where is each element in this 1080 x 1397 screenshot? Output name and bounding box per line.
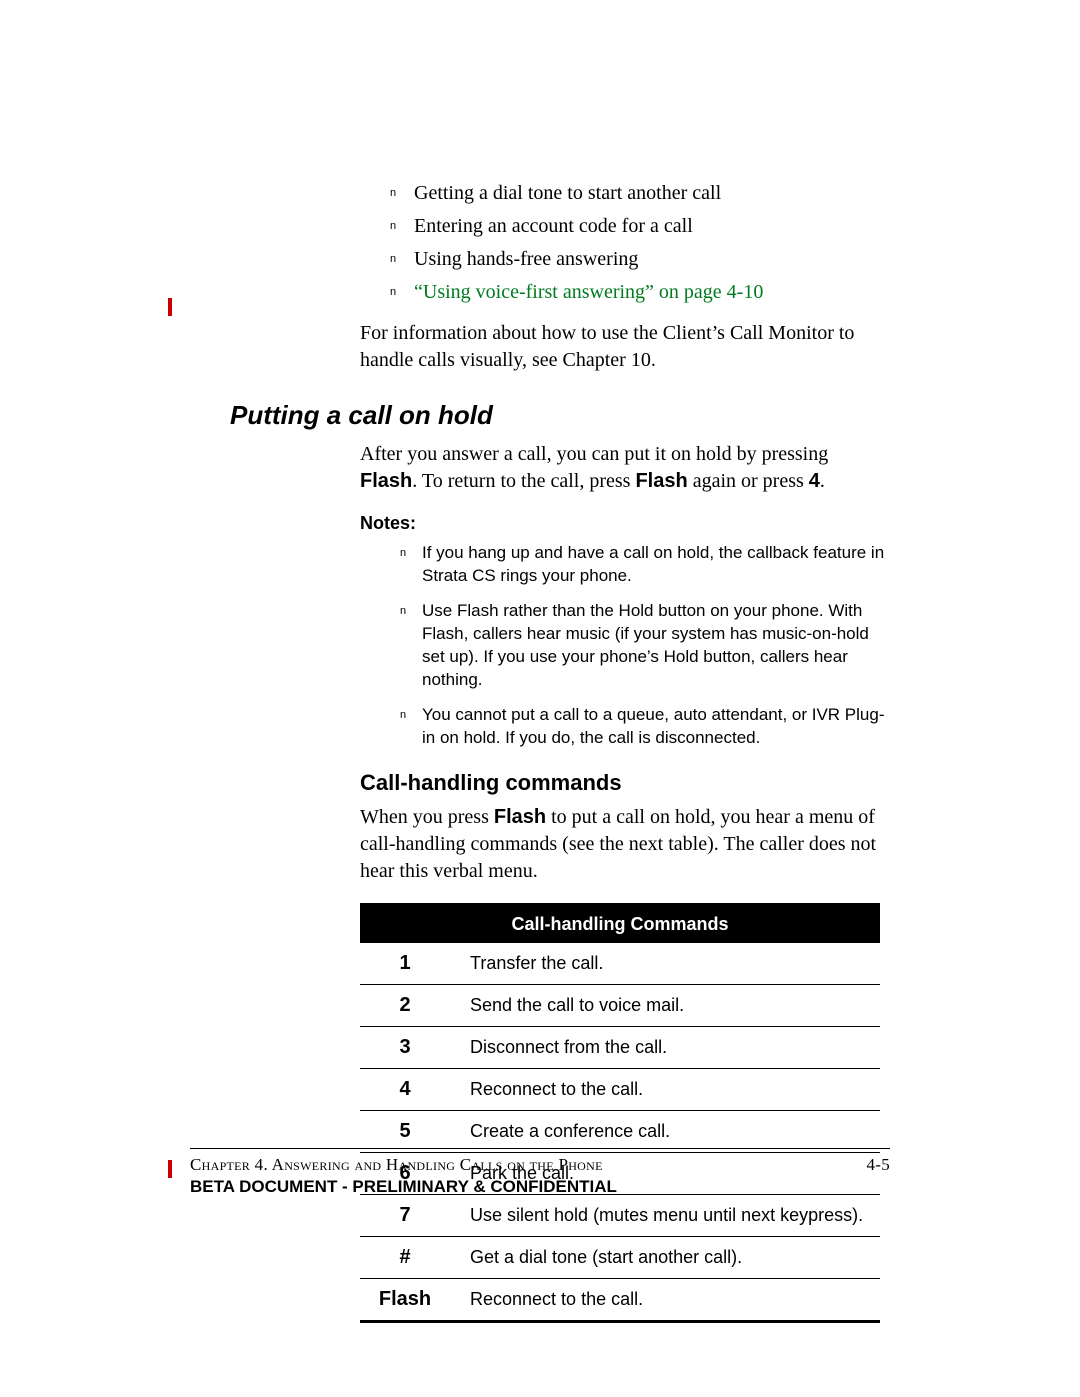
hold-paragraph: After you answer a call, you can put it … <box>190 441 890 495</box>
text-run: . <box>820 470 825 492</box>
list-item-text: Entering an account code for a call <box>414 213 693 240</box>
list-item: n If you hang up and have a call on hold… <box>400 542 890 588</box>
section-heading: Putting a call on hold <box>190 400 890 431</box>
command-key: Flash <box>360 1278 450 1321</box>
table-row: 3Disconnect from the call. <box>360 1026 880 1068</box>
bullet-icon: n <box>390 213 400 240</box>
call-handling-commands-table: Call-handling Commands 1Transfer the cal… <box>360 903 880 1323</box>
list-item: n Using hands-free answering <box>390 246 890 273</box>
command-key: 5 <box>360 1110 450 1152</box>
intro-bullet-list: n Getting a dial tone to start another c… <box>190 180 890 306</box>
notes-label: Notes: <box>190 513 890 534</box>
note-text: Use Flash rather than the Hold button on… <box>422 600 890 692</box>
command-desc: Reconnect to the call. <box>450 1278 880 1321</box>
bullet-icon: n <box>390 180 400 207</box>
command-key: 4 <box>360 1068 450 1110</box>
commands-paragraph: When you press Flash to put a call on ho… <box>190 804 890 885</box>
table-header: Call-handling Commands <box>360 904 880 943</box>
list-item: n Getting a dial tone to start another c… <box>390 180 890 207</box>
table-row: 1Transfer the call. <box>360 943 880 985</box>
text-run: After you answer a call, you can put it … <box>360 443 828 465</box>
change-bar <box>168 1160 172 1178</box>
text-run: When you press <box>360 806 494 828</box>
note-text: You cannot put a call to a queue, auto a… <box>422 704 890 750</box>
command-key: 2 <box>360 984 450 1026</box>
table-row: FlashReconnect to the call. <box>360 1278 880 1321</box>
bold-run: Flash <box>360 470 412 492</box>
subsection-heading: Call-handling commands <box>190 770 890 796</box>
list-item-text: Getting a dial tone to start another cal… <box>414 180 721 207</box>
bullet-icon: n <box>400 542 410 588</box>
command-desc: Use silent hold (mutes menu until next k… <box>450 1194 880 1236</box>
cross-reference-link[interactable]: “Using voice-first answering” on page 4-… <box>414 279 763 306</box>
table-row: 5Create a conference call. <box>360 1110 880 1152</box>
bullet-icon: n <box>400 600 410 692</box>
text-run: again or press <box>688 470 809 492</box>
bullet-icon: n <box>390 279 400 306</box>
table-row: 2Send the call to voice mail. <box>360 984 880 1026</box>
list-item: n Use Flash rather than the Hold button … <box>400 600 890 692</box>
bold-run: 4 <box>809 470 820 492</box>
footer-beta-notice: BETA DOCUMENT - PRELIMINARY & CONFIDENTI… <box>190 1177 890 1197</box>
command-desc: Create a conference call. <box>450 1110 880 1152</box>
command-key: 3 <box>360 1026 450 1068</box>
bullet-icon: n <box>400 704 410 750</box>
table-row: 7Use silent hold (mutes menu until next … <box>360 1194 880 1236</box>
notes-list: n If you hang up and have a call on hold… <box>190 542 890 750</box>
text-run: . To return to the call, press <box>412 470 635 492</box>
command-desc: Transfer the call. <box>450 943 880 985</box>
command-key: 7 <box>360 1194 450 1236</box>
change-bar <box>168 298 172 316</box>
footer-rule <box>190 1148 890 1149</box>
intro-paragraph: For information about how to use the Cli… <box>190 320 890 374</box>
bold-run: Flash <box>635 470 687 492</box>
footer-page-number: 4-5 <box>866 1155 890 1175</box>
command-key: # <box>360 1236 450 1278</box>
list-item: n You cannot put a call to a queue, auto… <box>400 704 890 750</box>
footer-chapter: Chapter 4. Answering and Handling Calls … <box>190 1155 603 1175</box>
command-key: 1 <box>360 943 450 985</box>
command-desc: Disconnect from the call. <box>450 1026 880 1068</box>
table-row: #Get a dial tone (start another call). <box>360 1236 880 1278</box>
command-desc: Get a dial tone (start another call). <box>450 1236 880 1278</box>
command-desc: Send the call to voice mail. <box>450 984 880 1026</box>
bullet-icon: n <box>390 246 400 273</box>
command-desc: Reconnect to the call. <box>450 1068 880 1110</box>
table-row: 4Reconnect to the call. <box>360 1068 880 1110</box>
page-footer: Chapter 4. Answering and Handling Calls … <box>190 1148 890 1197</box>
note-text: If you hang up and have a call on hold, … <box>422 542 890 588</box>
list-item: n “Using voice-first answering” on page … <box>390 279 890 306</box>
bold-run: Flash <box>494 806 546 828</box>
list-item: n Entering an account code for a call <box>390 213 890 240</box>
list-item-text: Using hands-free answering <box>414 246 638 273</box>
